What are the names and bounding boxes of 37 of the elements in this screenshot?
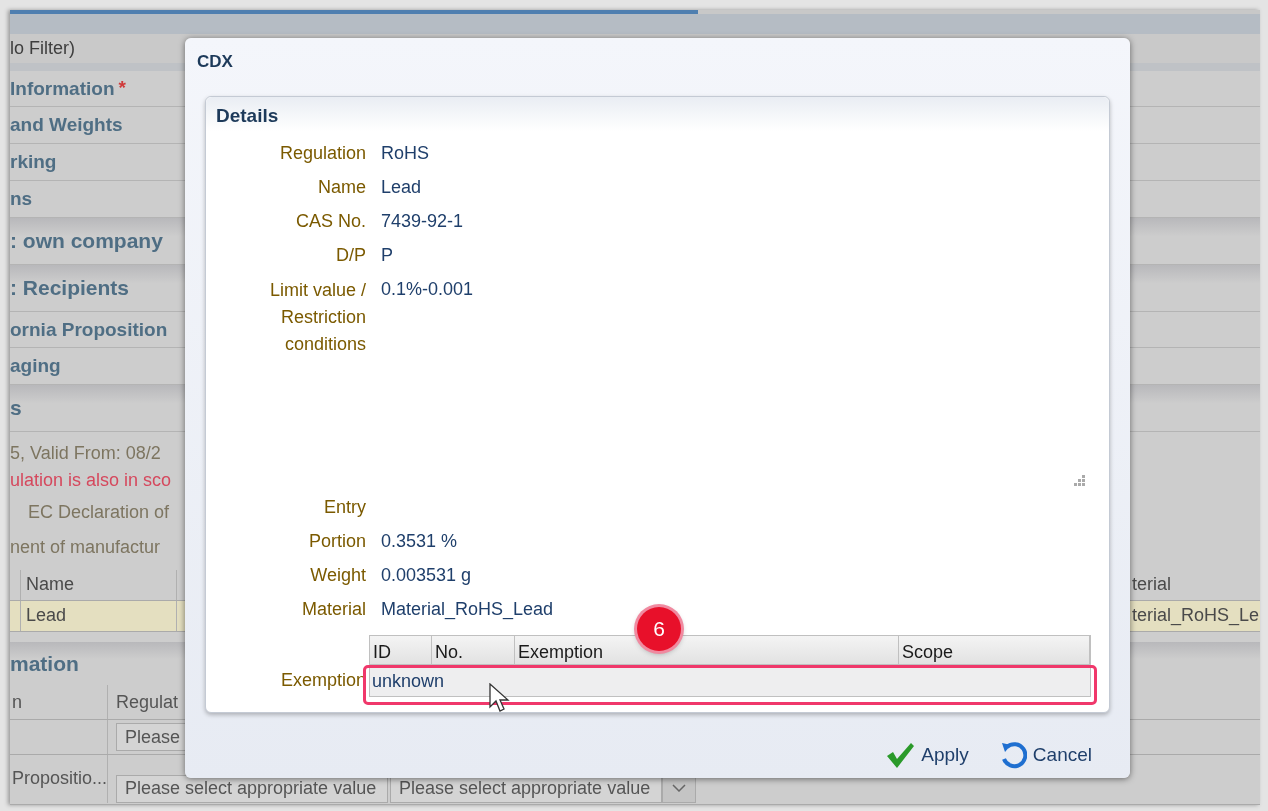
field-label: CAS No. bbox=[294, 210, 366, 233]
field-value: RoHS bbox=[381, 143, 429, 163]
chevron-down-icon bbox=[672, 783, 686, 792]
field-label: D/P bbox=[335, 244, 366, 267]
section-header: mation bbox=[10, 651, 79, 676]
field-label: Limit value / Restriction conditions bbox=[268, 279, 366, 356]
field-value: 0.3531 % bbox=[381, 531, 458, 551]
panel-title: Details bbox=[216, 105, 279, 126]
info-text: EC Declaration of bbox=[28, 502, 170, 524]
field-value: 0.003531 g bbox=[381, 565, 472, 585]
info-text: 5, Valid From: 08/2 bbox=[10, 443, 161, 465]
resize-grip-icon[interactable] bbox=[1073, 475, 1085, 487]
filter-field[interactable]: lo Filter) bbox=[10, 38, 75, 60]
step-badge: 6 bbox=[637, 607, 681, 651]
field-value: 0.1%-0.001 bbox=[381, 279, 474, 299]
field-label: Name bbox=[317, 176, 366, 199]
dialog-title: CDX bbox=[197, 52, 233, 71]
field-label: Entry bbox=[323, 496, 366, 519]
table-cell: Propositio... bbox=[12, 768, 108, 790]
check-icon bbox=[885, 741, 916, 769]
column-header: n bbox=[12, 691, 22, 713]
field-label: Material bbox=[300, 598, 366, 621]
field-label: Portion bbox=[307, 530, 366, 553]
table-cell: Lead bbox=[20, 600, 177, 632]
column-header: Name bbox=[20, 569, 177, 600]
cancel-button[interactable]: Cancel bbox=[998, 741, 1092, 769]
field-value: Material_RoHS_Lead bbox=[381, 599, 554, 619]
field-label: Regulation bbox=[278, 142, 366, 165]
column-header: Regulat bbox=[115, 691, 179, 713]
field-value: 7439-92-1 bbox=[381, 211, 464, 231]
field-value: P bbox=[381, 245, 393, 265]
field-value: Lead bbox=[381, 177, 422, 197]
required-mark: * bbox=[118, 76, 126, 99]
warning-text: ulation is also in sco bbox=[10, 469, 172, 491]
info-text: nent of manufactur bbox=[10, 537, 161, 559]
apply-button[interactable]: Apply bbox=[885, 741, 969, 769]
field-label: Weight bbox=[309, 564, 366, 587]
